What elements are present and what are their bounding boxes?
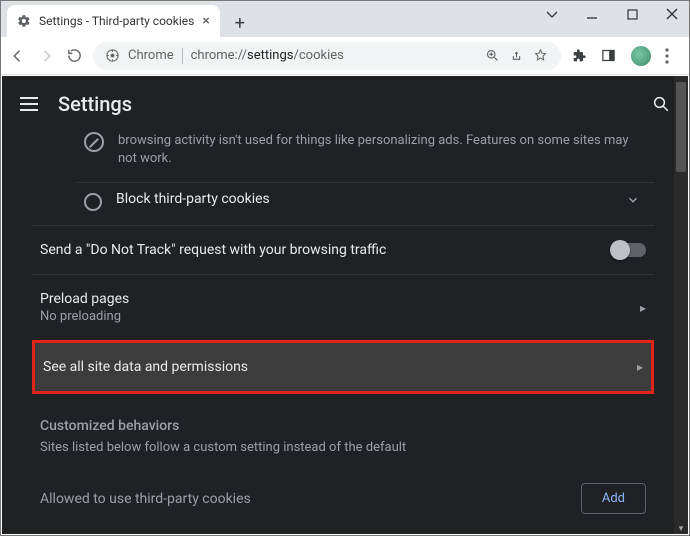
- menu-hamburger-icon[interactable]: [20, 97, 38, 111]
- address-bar[interactable]: Chrome chrome://settings/cookies: [93, 42, 561, 70]
- option-title: Block third-party cookies: [116, 191, 612, 207]
- forward-button[interactable]: [37, 47, 55, 65]
- reload-button[interactable]: [65, 47, 83, 65]
- browser-tab[interactable]: Settings - Third-party cookies ×: [7, 5, 220, 37]
- setting-label: Preload pages: [40, 291, 129, 307]
- option-prev-truncated: browsing activity isn't used for things …: [76, 132, 654, 182]
- scroll-down-arrow[interactable]: ▾: [674, 524, 688, 534]
- tab-title: Settings - Third-party cookies: [39, 14, 194, 28]
- url-text: chrome://settings/cookies: [191, 48, 344, 63]
- back-button[interactable]: [9, 47, 27, 65]
- site-info-icon[interactable]: [105, 48, 120, 63]
- setting-label: Send a "Do Not Track" request with your …: [40, 242, 386, 258]
- profile-avatar[interactable]: [631, 46, 651, 66]
- section-desc: Sites listed below follow a custom setti…: [32, 440, 654, 465]
- settings-content: Settings browsing activity isn't used fo…: [2, 76, 688, 534]
- new-tab-button[interactable]: +: [226, 9, 254, 37]
- allowed-label: Allowed to use third-party cookies: [40, 491, 251, 507]
- share-icon[interactable]: [509, 48, 525, 64]
- setting-site-data[interactable]: See all site data and permissions ▸: [35, 343, 651, 391]
- bookmark-icon[interactable]: [533, 48, 549, 64]
- chevron-right-icon: ▸: [637, 360, 643, 374]
- close-icon[interactable]: ×: [202, 13, 209, 29]
- chevron-down-icon[interactable]: [626, 193, 646, 207]
- menu-icon[interactable]: [665, 48, 681, 64]
- scrollbar-thumb[interactable]: [676, 82, 686, 172]
- settings-panel: browsing activity isn't used for things …: [2, 132, 674, 518]
- omnibox-divider: [182, 48, 183, 64]
- search-settings-button[interactable]: [652, 95, 670, 113]
- browser-window: Settings - Third-party cookies × + Chrom…: [0, 0, 690, 536]
- setting-preload-pages[interactable]: Preload pages No preloading ▸: [32, 274, 654, 340]
- settings-appbar: Settings: [2, 76, 688, 132]
- omnibox-scheme-label: Chrome: [128, 48, 174, 63]
- option-desc: browsing activity isn't used for things …: [118, 132, 646, 168]
- gear-icon: [17, 14, 31, 28]
- radio-unchecked-icon[interactable]: [84, 193, 102, 211]
- chevron-right-icon: ▸: [640, 301, 646, 315]
- window-collapse-icon[interactable]: [545, 7, 559, 21]
- sidepanel-icon[interactable]: [601, 48, 617, 64]
- option-block-third-party[interactable]: Block third-party cookies: [76, 182, 654, 225]
- allowed-cookies-row: Allowed to use third-party cookies Add: [32, 465, 654, 518]
- toolbar-right: [571, 46, 681, 66]
- section-heading: Customized behaviors: [32, 394, 654, 440]
- window-maximize-icon[interactable]: [625, 7, 639, 21]
- window-controls: [545, 7, 679, 21]
- toggle-switch[interactable]: [612, 243, 646, 257]
- blocked-icon: [84, 132, 104, 152]
- setting-label: See all site data and permissions: [43, 359, 248, 375]
- vertical-scrollbar[interactable]: ▾: [674, 76, 688, 534]
- setting-do-not-track[interactable]: Send a "Do Not Track" request with your …: [32, 225, 654, 274]
- browser-toolbar: Chrome chrome://settings/cookies: [1, 37, 689, 75]
- highlighted-row: See all site data and permissions ▸: [32, 340, 654, 394]
- page-title: Settings: [58, 92, 132, 116]
- extensions-icon[interactable]: [571, 48, 587, 64]
- window-close-icon[interactable]: [665, 7, 679, 21]
- zoom-icon[interactable]: [485, 48, 501, 64]
- add-button[interactable]: Add: [581, 483, 646, 514]
- window-minimize-icon[interactable]: [585, 7, 599, 21]
- setting-sublabel: No preloading: [40, 309, 129, 324]
